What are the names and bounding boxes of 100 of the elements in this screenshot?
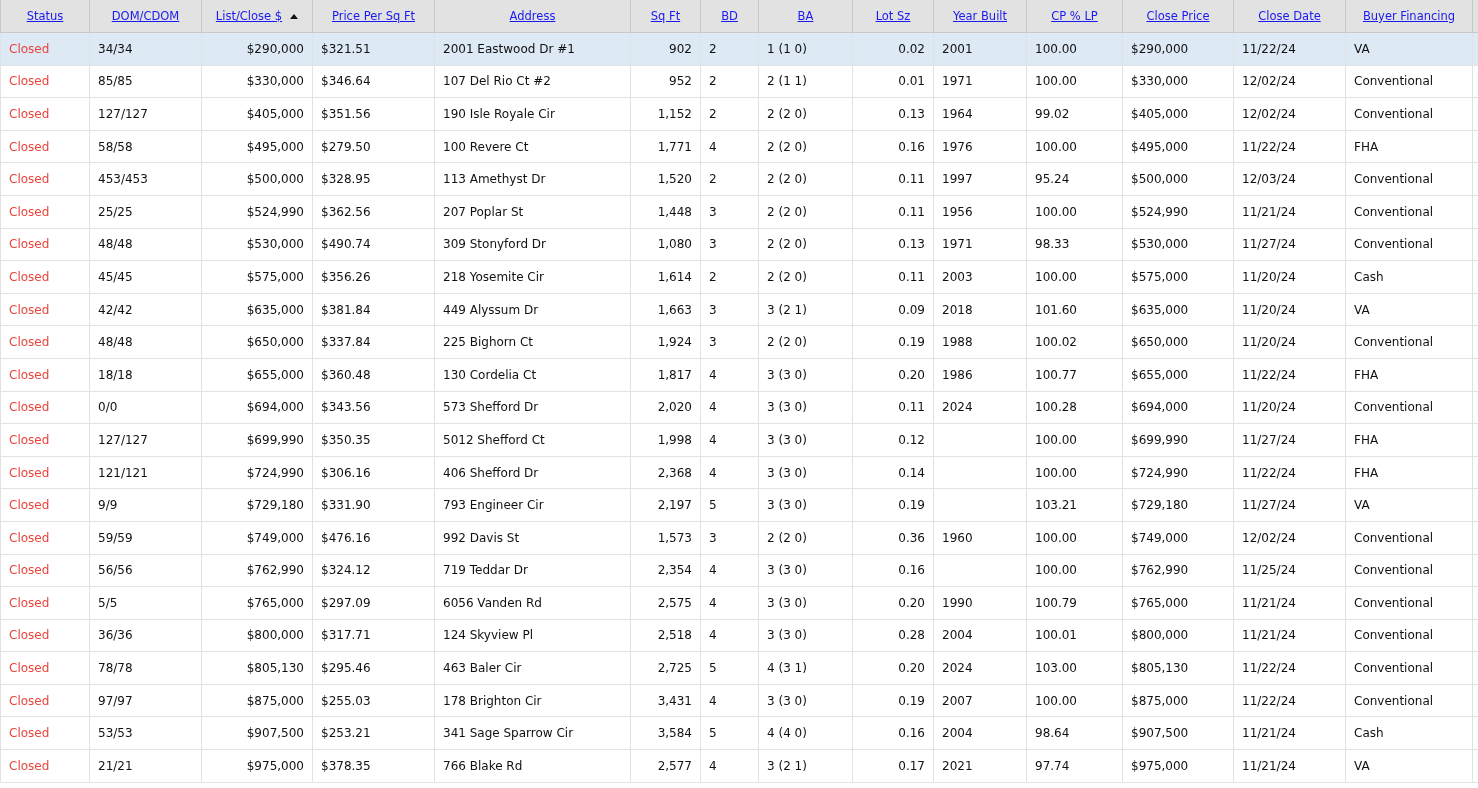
cell-text: $524,990	[246, 204, 304, 219]
cell-text: 124 Skyview Pl	[443, 628, 533, 643]
table-row[interactable]: Closed 453/453 $500,000 $328.95 113 Amethyst Dr 1,520 2 2 (2 0) 0.11 1997 95.24 $500,000 12/03/24 Conventional	[0, 162, 1478, 196]
column-header-link[interactable]: List/Close $	[215, 9, 283, 23]
cell-text: $975,000	[1131, 758, 1189, 773]
table-row[interactable]: Closed 53/53 $907,500 $253.21 341 Sage Sparrow Cir 3,584 5 4 (4 0) 0.16 2004 98.64 $907,500 11/21/24 Cash	[0, 716, 1478, 750]
column-header-link[interactable]: Lot Sz	[875, 9, 911, 23]
cell-text: Conventional	[1354, 204, 1434, 219]
cell-text: 1 (1 0)	[767, 41, 807, 56]
table-row[interactable]: Closed 42/42 $635,000 $381.84 449 Alyssum Dr 1,663 3 3 (2 1) 0.09 2018 101.60 $635,000 11/20/24 VA	[0, 293, 1478, 326]
cell-text: 48/48	[98, 335, 133, 350]
column-header-link[interactable]: Close Price	[1146, 9, 1210, 23]
cell-text: 3 (3 0)	[767, 465, 807, 480]
cell-text: $495,000	[246, 139, 304, 154]
table-row[interactable]: Closed 85/85 $330,000 $346.64 107 Del Rio Ct #2 952 2 2 (1 1) 0.01 1971 100.00 $330,000 12/02/24 Conventional	[0, 65, 1478, 98]
cell-text: 952	[669, 74, 692, 89]
cell-text: 453/453	[98, 172, 148, 187]
status-text: Closed	[9, 400, 50, 415]
cell-text: 6056 Vanden Rd	[443, 595, 542, 610]
table-row[interactable]: Closed 36/36 $800,000 $317.71 124 Skyview Pl 2,518 4 3 (3 0) 0.28 2004 100.01 $800,000 11/21/24 Conventional	[0, 619, 1478, 652]
table-row[interactable]: Closed 9/9 $729,180 $331.90 793 Engineer Cir 2,197 5 3 (3 0) 0.19 103.21 $729,180 11/27/24 VA	[0, 488, 1478, 522]
cell-text: 1,663	[657, 302, 692, 317]
column-header-link[interactable]: Close Date	[1258, 9, 1321, 23]
cell-text: 42/42	[98, 302, 133, 317]
cell-text: 100.28	[1035, 400, 1077, 415]
cell-text: $655,000	[1131, 367, 1189, 382]
table-row[interactable]: Closed 48/48 $650,000 $337.84 225 Bighorn Ct 1,924 3 2 (2 0) 0.19 1988 100.02 $650,000 11/20/24 Conventional	[0, 325, 1478, 359]
cell-text: 225 Bighorn Ct	[443, 335, 534, 350]
cell-text: $655,000	[246, 367, 304, 382]
column-header-link[interactable]: DOM/CDOM	[111, 9, 180, 23]
column-header-link[interactable]: Price Per Sq Ft	[331, 9, 416, 23]
cell-text: $699,990	[246, 432, 304, 447]
table-row[interactable]: Closed 127/127 $405,000 $351.56 190 Isle Royale Cir 1,152 2 2 (2 0) 0.13 1964 99.02 $405,000 12/02/24 Conventional	[0, 97, 1478, 131]
cell-text: 4	[709, 693, 717, 708]
table-row[interactable]: Closed 5/5 $765,000 $297.09 6056 Vanden Rd 2,575 4 3 (3 0) 0.20 1990 100.79 $765,000 11/21/24 Conventional	[0, 586, 1478, 620]
cell-text: 11/20/24	[1242, 269, 1296, 284]
cell-text: 766 Blake Rd	[443, 758, 523, 773]
cell-text: 2001 Eastwood Dr #1	[443, 41, 575, 56]
cell-text: 3	[709, 237, 717, 252]
cell-text: 11/25/24	[1242, 563, 1296, 578]
table-row[interactable]: Closed 0/0 $694,000 $343.56 573 Shefford Dr 2,020 4 3 (3 0) 0.11 2024 100.28 $694,000 11/20/24 Conventional	[0, 391, 1478, 424]
table-row[interactable]: Closed 25/25 $524,990 $362.56 207 Poplar St 1,448 3 2 (2 0) 0.11 1956 100.00 $524,990 11/21/24 Conventional	[0, 195, 1478, 229]
cell-text: 449 Alyssum Dr	[443, 302, 539, 317]
table-row[interactable]: Closed 18/18 $655,000 $360.48 130 Cordelia Ct 1,817 4 3 (3 0) 0.20 1986 100.77 $655,000 11/22/24 FHA	[0, 358, 1478, 392]
status-text: Closed	[9, 41, 50, 56]
cell-text: 3 (3 0)	[767, 400, 807, 415]
table-row[interactable]: Closed 127/127 $699,990 $350.35 5012 Shefford Ct 1,998 4 3 (3 0) 0.12 100.00 $699,990 11/27/24 FHA	[0, 423, 1478, 457]
table-row[interactable]: Closed 56/56 $762,990 $324.12 719 Teddar Dr 2,354 4 3 (3 0) 0.16 100.00 $762,990 11/25/24 Conventional	[0, 554, 1478, 587]
cell-text: 103.00	[1035, 661, 1077, 676]
cell-text: 992 Davis St	[443, 530, 520, 545]
column-header-link[interactable]: Sq Ft	[650, 9, 681, 23]
column-header-link[interactable]: Address	[509, 9, 556, 23]
status-text: Closed	[9, 693, 50, 708]
cell-text: 11/22/24	[1242, 139, 1296, 154]
table-row[interactable]: Closed 34/34 $290,000 $321.51 2001 Eastwood Dr #1 902 2 1 (1 0) 0.02 2001 100.00 $290,000 11/22/24 VA	[0, 32, 1478, 66]
cell-text: 2003	[942, 269, 973, 284]
cell-text: 0.19	[898, 335, 925, 350]
cell-text: $351.56	[321, 107, 371, 121]
cell-text: 406 Shefford Dr	[443, 465, 539, 480]
cell-text: 0.01	[898, 74, 925, 89]
table-row[interactable]: Closed 97/97 $875,000 $255.03 178 Brighton Cir 3,431 4 3 (3 0) 0.19 2007 100.00 $875,000 11/22/24 Conventional	[0, 684, 1478, 717]
column-header-link[interactable]: Buyer Financing	[1362, 9, 1456, 23]
cell-text: 3	[709, 302, 717, 317]
cell-text: 4	[709, 139, 717, 154]
cell-text: 4	[709, 595, 717, 610]
cell-text: Cash	[1354, 269, 1384, 284]
cell-text: 3,584	[657, 726, 692, 741]
status-text: Closed	[9, 661, 50, 676]
cell-text: 0.28	[898, 628, 925, 643]
cell-text: $255.03	[321, 693, 371, 708]
cell-text: $575,000	[1131, 269, 1189, 284]
table-row[interactable]: Closed 121/121 $724,990 $306.16 406 Shefford Dr 2,368 4 3 (3 0) 0.14 100.00 $724,990 11/22/24 FHA	[0, 456, 1478, 489]
table-row[interactable]: Closed 21/21 $975,000 $378.35 766 Blake Rd 2,577 4 3 (2 1) 0.17 2021 97.74 $975,000 11/21/24 VA	[0, 749, 1478, 783]
cell-text: 11/22/24	[1242, 661, 1296, 676]
cell-text: 25/25	[98, 204, 133, 219]
cell-text: Conventional	[1354, 107, 1434, 121]
cell-text: 1960	[942, 530, 973, 545]
table-row[interactable]: Closed 45/45 $575,000 $356.26 218 Yosemite Cir 1,614 2 2 (2 0) 0.11 2003 100.00 $575,000 11/20/24 Cash	[0, 260, 1478, 294]
cell-text: 21/21	[98, 758, 133, 773]
cell-text: 4	[709, 367, 717, 382]
cell-text: 5/5	[98, 595, 118, 610]
column-header-link[interactable]: CP % LP	[1051, 9, 1098, 23]
cell-text: 3 (3 0)	[767, 595, 807, 610]
cell-text: 100.00	[1035, 530, 1077, 545]
column-header-link[interactable]: Status	[26, 9, 64, 23]
table-row[interactable]: Closed 58/58 $495,000 $279.50 100 Revere Ct 1,771 4 2 (2 0) 0.16 1976 100.00 $495,000 11/22/24 FHA	[0, 130, 1478, 163]
column-header-link[interactable]: BA	[797, 9, 814, 23]
cell-text: 4	[709, 432, 717, 447]
cell-text: $800,000	[1131, 628, 1189, 643]
cell-text: $694,000	[246, 400, 304, 415]
cell-text: 2004	[942, 726, 973, 741]
table-row[interactable]: Closed 59/59 $749,000 $476.16 992 Davis St 1,573 3 2 (2 0) 0.36 1960 100.00 $749,000 12/02/24 Conventional	[0, 521, 1478, 554]
cell-text: 3 (3 0)	[767, 628, 807, 643]
column-header-link[interactable]: Year Built	[952, 9, 1008, 23]
table-row[interactable]: Closed 48/48 $530,000 $490.74 309 Stonyford Dr 1,080 3 2 (2 0) 0.13 1971 98.33 $530,000 11/27/24 Conventional	[0, 228, 1478, 261]
cell-text: 2 (2 0)	[767, 204, 807, 219]
status-text: Closed	[9, 563, 50, 578]
table-row[interactable]: Closed 78/78 $805,130 $295.46 463 Baler Cir 2,725 5 4 (3 1) 0.20 2024 103.00 $805,130 11/22/24 Conventional	[0, 651, 1478, 685]
cell-text: 45/45	[98, 269, 133, 284]
column-header-link[interactable]: BD	[721, 9, 738, 23]
